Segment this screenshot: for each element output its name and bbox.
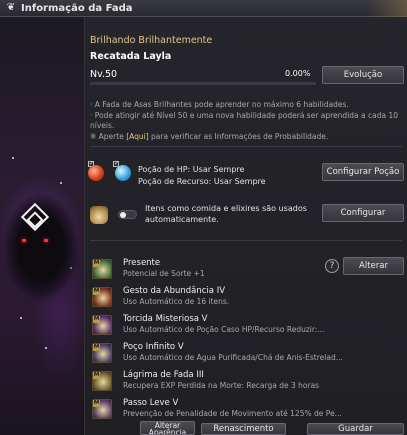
light-step-icon: M (92, 399, 112, 419)
sparkle (60, 182, 62, 184)
skill-master-badge: M (93, 260, 100, 267)
hp-potion-label: Poção de HP: Usar Sempre (138, 165, 245, 174)
toggle-knob (120, 212, 126, 218)
skill-description: Uso Automático de Água Purificada/Chá de… (123, 353, 343, 362)
info-line-3: ※ Aperte [Aqui] para verificar as Inform… (90, 132, 405, 143)
skill-master-badge: M (93, 316, 100, 323)
sparkle (45, 347, 47, 349)
exp-bar (90, 82, 316, 85)
resource-potion-icon[interactable] (115, 165, 131, 181)
skill-master-badge: M (93, 288, 100, 295)
skill-description: Uso Automático de Poção Caso HP/Recurso … (123, 325, 325, 334)
well-icon: M (92, 343, 112, 363)
skill-name: Presente (123, 258, 161, 268)
fairy-tear-icon: M (92, 371, 112, 391)
exp-percent: 0.00% (285, 69, 311, 78)
info-line-1: · A Fada de Asas Brilhantes pode aprende… (90, 100, 349, 109)
sparkle (20, 317, 22, 319)
fairy-level: Nv.50 (90, 69, 118, 80)
potion-settings-text: Poção de HP: Usar Sempre Poção de Recurs… (138, 164, 266, 188)
skill-name: Passo Leve V (123, 398, 179, 408)
change-appearance-button[interactable]: Alterar Aparência (140, 421, 195, 435)
skill-master-badge: M (93, 344, 100, 351)
auto-use-toggle[interactable] (118, 210, 137, 219)
abundance-icon: M (92, 287, 112, 307)
info-text: · A Fada de Asas Brilhantes pode aprende… (90, 100, 405, 142)
fairy-info-panel: Brilhando Brilhantemente Recatada Layla … (84, 17, 407, 435)
fairy-name: Recatada Layla (90, 51, 172, 62)
info-line-3-suffix: para verificar as Informações de Probabi… (148, 131, 329, 141)
evolution-button[interactable]: Evolução (322, 66, 404, 84)
help-icon[interactable]: ? (325, 259, 339, 273)
fairy-portrait (0, 17, 84, 435)
save-button[interactable]: Guardar (307, 423, 404, 435)
skill-name: Lágrima de Fada III (123, 370, 204, 380)
info-line-2: · Pode atingir até Nível 50 e uma nova h… (90, 110, 398, 131)
skill-name: Poço Infinito V (123, 342, 184, 352)
configure-button[interactable]: Configurar (322, 204, 404, 222)
skill-row[interactable]: M Poço Infinito V Uso Automático de Água P… (90, 341, 402, 367)
skill-row[interactable]: M Gesto da Abundância IV Uso Automático de… (90, 285, 402, 311)
skill-name: Gesto da Abundância IV (123, 286, 226, 296)
auto-use-text: Itens como comida e elixires são usados … (145, 204, 307, 224)
divider (90, 240, 402, 241)
rebirth-button[interactable]: Renascimento (201, 423, 286, 435)
skill-description: Uso Automático de 16 itens. (123, 297, 230, 306)
titlebar-decoration (367, 0, 407, 17)
fairy-grade: Brilhando Brilhantemente (90, 35, 213, 46)
skill-row[interactable]: M Lágrima de Fada III Recupera EXP Perdida… (90, 369, 402, 395)
sparkle (12, 157, 14, 159)
skill-master-badge: M (93, 400, 100, 407)
window-title: Informação da Fada (21, 2, 133, 14)
potion-cheer-icon: M (92, 315, 112, 335)
butterfly-icon: ❦ (6, 2, 16, 13)
probability-link[interactable]: [Aqui] (126, 132, 148, 141)
skill-master-badge: M (93, 372, 100, 379)
configure-potion-button[interactable]: Configurar Poção (322, 163, 404, 181)
info-line-3-prefix: ※ Aperte (90, 131, 127, 141)
gift-icon: M (92, 259, 112, 279)
divider (90, 146, 402, 147)
skill-description: Recupera EXP Perdida na Morte: Recarga d… (123, 381, 320, 390)
skill-row[interactable]: M Passo Leve V Prevenção de Penalidade de … (90, 397, 402, 423)
food-bag-icon (90, 206, 108, 224)
resource-potion-label: Poção de Recurso: Usar Sempre (138, 177, 266, 186)
fairy-eye (44, 239, 48, 242)
skill-name: Torcida Misteriosa V (123, 314, 208, 324)
window-titlebar: ❦ Informação da Fada (0, 0, 407, 17)
skill-row[interactable]: M Torcida Misteriosa V Uso Automático de P… (90, 313, 402, 339)
fairy-eye (22, 239, 26, 242)
change-button[interactable]: Alterar (343, 257, 404, 275)
hp-potion-icon[interactable] (88, 165, 104, 181)
skill-description: Prevenção de Penalidade de Movimento até… (123, 409, 342, 418)
